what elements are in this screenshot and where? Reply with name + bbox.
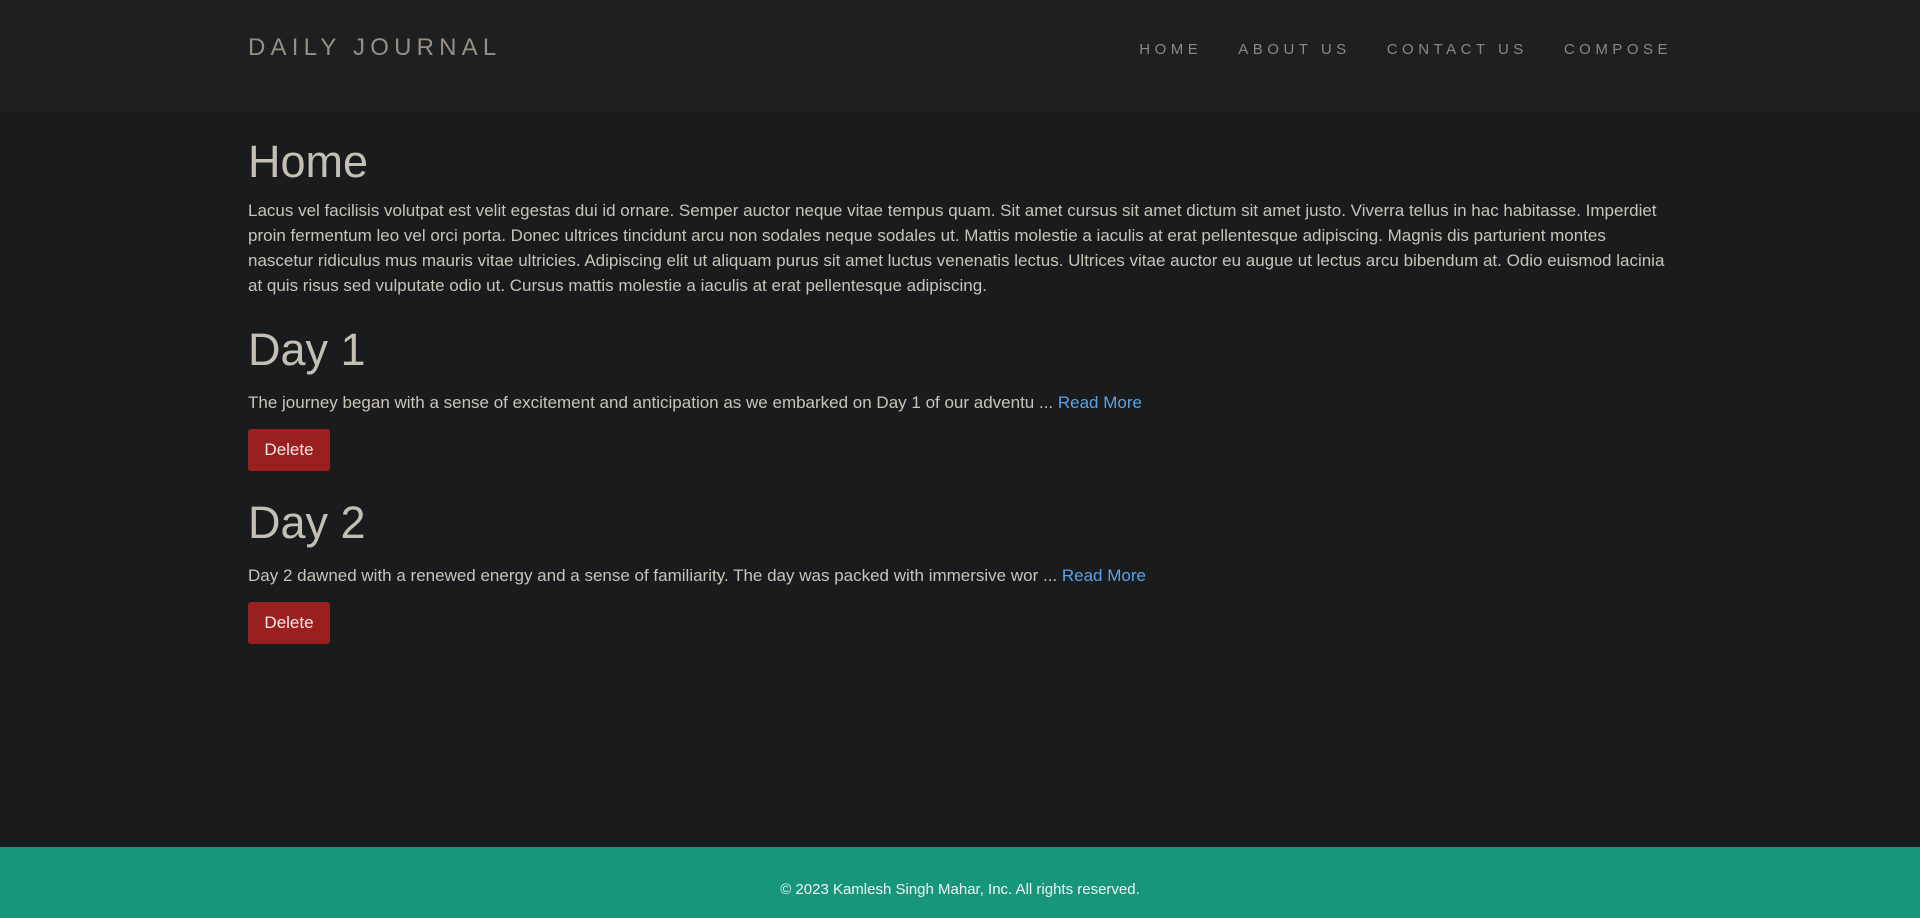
- copyright-text: © 2023 Kamlesh Singh Mahar, Inc. All rig…: [780, 881, 1140, 898]
- footer: © 2023 Kamlesh Singh Mahar, Inc. All rig…: [0, 847, 1920, 918]
- nav-links: HOME ABOUT US CONTACT US COMPOSE: [1103, 41, 1672, 58]
- read-more-link[interactable]: Read More: [1058, 393, 1142, 412]
- post-excerpt-text: The journey began with a sense of excite…: [248, 393, 1058, 412]
- page-title: Home: [248, 136, 369, 187]
- nav-link-compose[interactable]: COMPOSE: [1564, 41, 1672, 58]
- post-excerpt: Day 2 dawned with a renewed energy and a…: [248, 563, 1672, 588]
- nav-link-home[interactable]: HOME: [1139, 41, 1202, 58]
- nav-link-about-us[interactable]: ABOUT US: [1238, 41, 1350, 58]
- main-content: Home Lacus vel facilisis volutpat est ve…: [248, 111, 1672, 644]
- delete-button[interactable]: Delete: [248, 602, 330, 644]
- post-day-1: Day 1 The journey began with a sense of …: [248, 323, 1672, 471]
- brand-logo-link[interactable]: DAILY JOURNAL: [248, 34, 501, 62]
- post-excerpt-text: Day 2 dawned with a renewed energy and a…: [248, 566, 1062, 585]
- read-more-link[interactable]: Read More: [1062, 566, 1146, 585]
- post-title: Day 2: [248, 497, 366, 548]
- nav-link-contact-us[interactable]: CONTACT US: [1387, 41, 1528, 58]
- post-title: Day 1: [248, 324, 366, 375]
- navbar: DAILY JOURNAL HOME ABOUT US CONTACT US C…: [0, 0, 1920, 111]
- post-day-2: Day 2 Day 2 dawned with a renewed energy…: [248, 496, 1672, 644]
- intro-paragraph: Lacus vel facilisis volutpat est velit e…: [248, 201, 1665, 295]
- delete-button[interactable]: Delete: [248, 429, 330, 471]
- post-excerpt: The journey began with a sense of excite…: [248, 390, 1672, 415]
